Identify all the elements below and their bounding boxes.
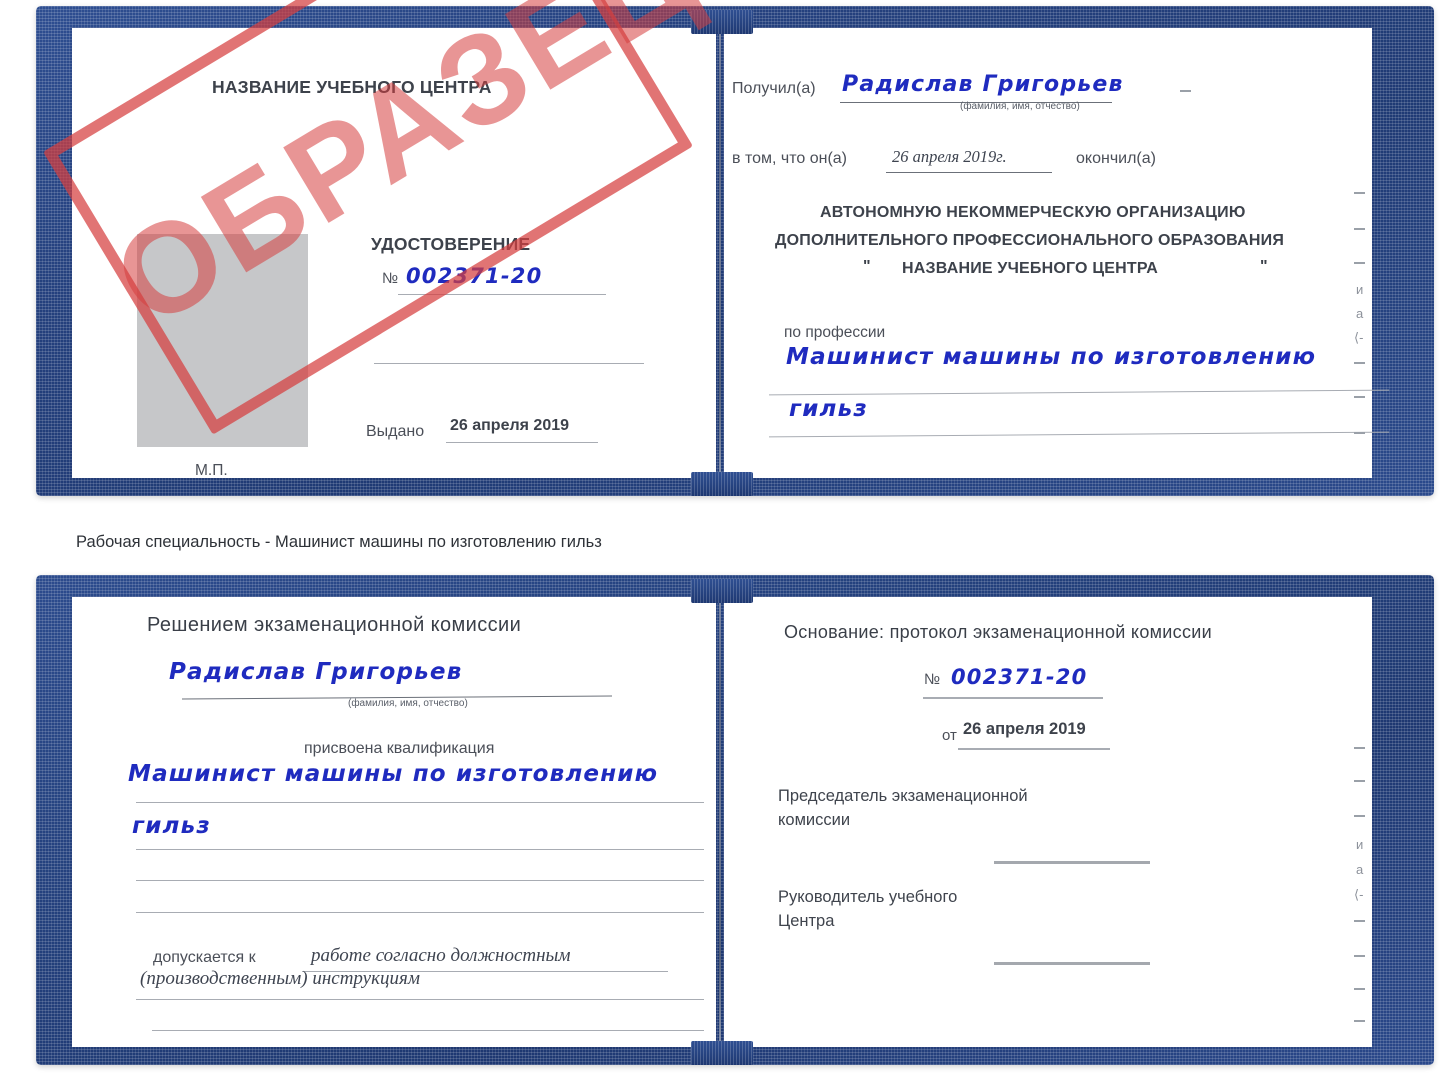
admitted-label: допускается к: [153, 949, 256, 966]
spine-tab-bottom-top: [691, 579, 753, 603]
org-quote-close: ": [1260, 258, 1268, 275]
qual-rule-2: [136, 849, 704, 850]
edge-dash-b6: [1354, 988, 1365, 990]
spine-tab-bottom-bottom: [691, 1041, 753, 1065]
certificate-bottom-spine: [719, 601, 721, 1045]
protocol-number-label: №: [924, 671, 941, 688]
seal-label: М.П.: [195, 462, 228, 479]
issued-rule: [446, 442, 598, 443]
chairman-line2: комиссии: [778, 811, 851, 829]
chairman-signature-rule: [994, 861, 1150, 864]
edge-dash-1: [1354, 192, 1365, 194]
org-line1: АВТОНОМНУЮ НЕКОММЕРЧЕСКУЮ ОРГАНИЗАЦИЮ: [820, 204, 1246, 221]
protocol-number-value: 002371-20: [951, 665, 1088, 689]
edge-dash-b2: [1354, 780, 1365, 782]
org-line2: ДОПОЛНИТЕЛЬНОГО ПРОФЕССИОНАЛЬНОГО ОБРАЗО…: [775, 232, 1285, 249]
edge-mark-i: и: [1356, 282, 1364, 297]
received-value: Радислав Григорьев: [842, 72, 1124, 97]
protocol-number-rule: [923, 697, 1103, 699]
issued-label: Выдано: [366, 423, 425, 440]
qualification-label: присвоена квалификация: [304, 740, 495, 757]
edge-mark-b-arrow: ⟨-: [1354, 887, 1364, 902]
qualification-line2: гильз: [132, 813, 211, 839]
caption-text: Рабочая специальность - Машинист машины …: [76, 533, 602, 551]
profession-value-line1: Машинист машины по изготовлению: [786, 344, 1317, 370]
protocol-date-label: от: [942, 727, 957, 744]
number-value-left: 002371-20: [406, 264, 543, 288]
qual-rule-4: [136, 912, 704, 913]
commission-name-value: Радислав Григорьев: [169, 659, 463, 685]
profession-label: по профессии: [784, 324, 886, 341]
admitted-line2: (производственным) инструкциям: [140, 968, 420, 989]
number-rule-left: [398, 294, 606, 295]
admitted-rule-2: [136, 999, 704, 1000]
protocol-date-value: 26 апреля 2019: [963, 720, 1086, 738]
number-label-left: №: [382, 270, 399, 287]
edge-mark-b-a: а: [1356, 862, 1364, 877]
edge-dash-2: [1354, 228, 1365, 230]
head-line1: Руководитель учебного: [778, 888, 958, 906]
that-he-value: 26 апреля 2019г.: [892, 147, 1007, 166]
edge-dash-b4: [1354, 920, 1365, 922]
spine-tab-bottom: [691, 472, 753, 496]
edge-dash-b1: [1354, 747, 1365, 749]
head-line2: Центра: [778, 912, 835, 930]
edge-dash-6: [1354, 432, 1365, 434]
commission-heading: Решением экзаменационной комиссии: [147, 614, 522, 636]
issued-value: 26 апреля 2019: [450, 417, 570, 434]
head-signature-rule: [994, 962, 1150, 965]
chairman-line1: Председатель экзаменационной: [778, 787, 1028, 805]
edge-mark-a: а: [1356, 306, 1364, 321]
edge-dash-4: [1354, 362, 1365, 364]
doc-title: УДОСТОВЕРЕНИЕ: [371, 234, 531, 254]
that-he-rule: [886, 172, 1052, 173]
admitted-line1: работе согласно должностным: [311, 945, 571, 966]
spine-tab-top: [691, 10, 753, 34]
org-line3: НАЗВАНИЕ УЧЕБНОГО ЦЕНТРА: [902, 260, 1159, 277]
edge-mark-arrow: ⟨-: [1354, 330, 1364, 345]
finished-label: окончил(а): [1076, 150, 1156, 167]
certificate-top-spine: [719, 32, 721, 476]
qual-rule-1: [136, 802, 704, 803]
edge-dash-3: [1354, 262, 1365, 264]
fio-hint-top: (фамилия, имя, отчество): [960, 101, 1080, 112]
admitted-rule-3: [152, 1030, 704, 1031]
edge-dash-b3: [1354, 815, 1365, 817]
edge-mark-b-i: и: [1356, 837, 1364, 852]
basis-label: Основание: протокол экзаменационной коми…: [784, 622, 1212, 642]
photo-placeholder: [137, 234, 308, 447]
certificate-bottom: Решением экзаменационной комиссии Радисл…: [36, 575, 1434, 1065]
qual-rule-3: [136, 880, 704, 881]
blank-rule-left-1: [374, 363, 644, 364]
edge-dash-b5: [1354, 955, 1365, 957]
fio-hint-bottom: (фамилия, имя, отчество): [348, 698, 468, 709]
that-he-label: в том, что он(а): [732, 150, 847, 167]
org-quote-open: ": [863, 258, 871, 275]
edge-dash-a: [1180, 90, 1191, 92]
protocol-date-rule: [958, 748, 1110, 750]
profession-value-line2: гильз: [789, 396, 868, 422]
edge-dash-5: [1354, 396, 1365, 398]
edge-dash-b7: [1354, 1020, 1365, 1022]
certificate-top: НАЗВАНИЕ УЧЕБНОГО ЦЕНТРА УДОСТОВЕРЕНИЕ №…: [36, 0, 1434, 496]
org-title-left: НАЗВАНИЕ УЧЕБНОГО ЦЕНТРА: [212, 77, 492, 97]
qualification-line1: Машинист машины по изготовлению: [128, 761, 659, 787]
received-label: Получил(а): [732, 80, 816, 97]
